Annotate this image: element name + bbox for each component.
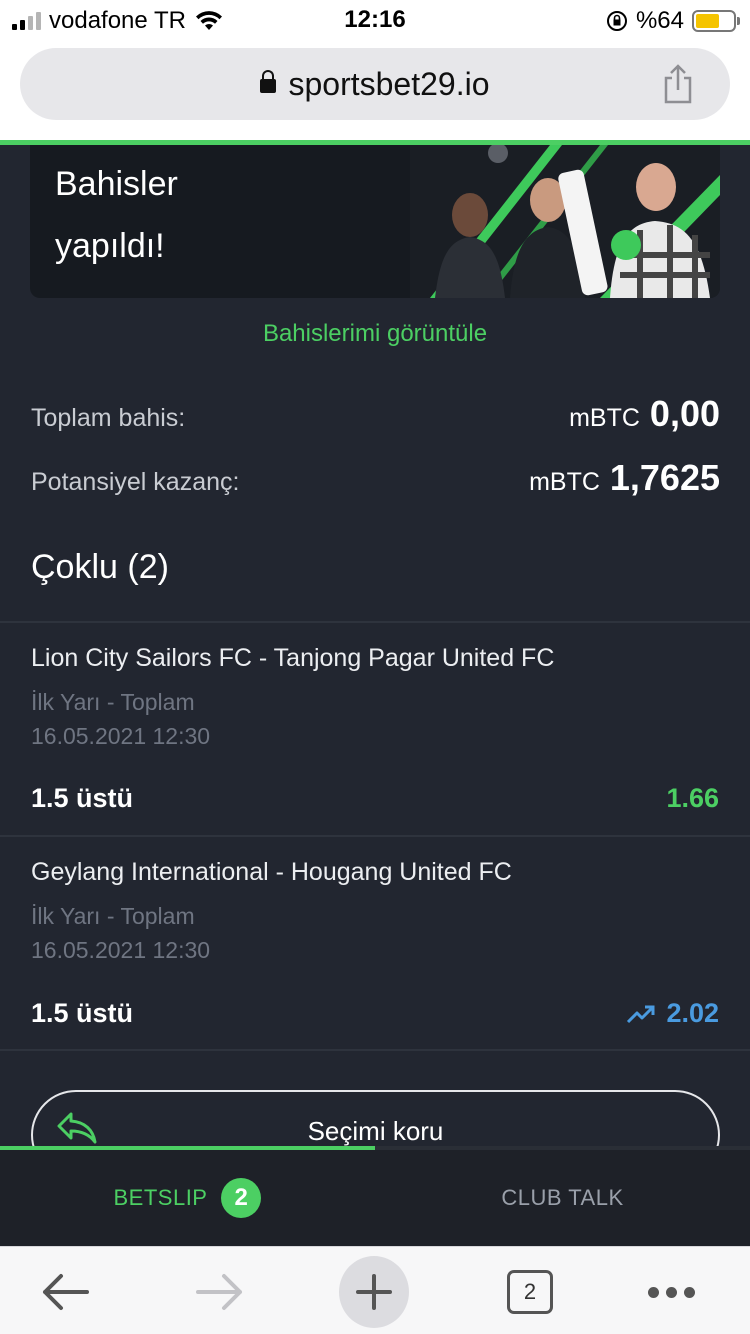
keep-selection-label: Seçimi koru (307, 1116, 444, 1146)
bet-market: İlk Yarı - Toplam (31, 689, 195, 715)
divider (0, 835, 750, 837)
potential-win-row: Potansiyel kazanç: mBTC 1,7625 (31, 457, 720, 499)
back-arrow-icon (43, 1274, 89, 1310)
bet-selection: 1.5 üstü (31, 998, 134, 1028)
plus-icon (356, 1274, 392, 1310)
combo-bet-title: Çoklu (2) (31, 548, 169, 586)
browser-address-bar: sportsbet29.io (0, 40, 750, 140)
more-dots-icon (647, 1286, 695, 1298)
potential-win-value: 1,7625 (609, 457, 720, 498)
bottom-tab-bar: BETSLIP 2 CLUB TALK (0, 1146, 750, 1246)
bet-datetime: 16.05.2021 12:30 (31, 723, 211, 749)
new-tab-button[interactable] (339, 1256, 409, 1328)
bet-odds: 2.02 (626, 998, 719, 1029)
divider (0, 621, 750, 623)
orientation-lock-icon (606, 11, 627, 31)
share-icon[interactable] (660, 64, 696, 104)
tab-betslip-label: BETSLIP (113, 1185, 208, 1210)
promo-players-image (410, 145, 720, 298)
banner-title: Bahisler yapıldı! (55, 165, 178, 265)
bet-datetime: 16.05.2021 12:30 (31, 937, 211, 963)
more-menu-button[interactable] (636, 1257, 706, 1327)
betslip-count-badge: 2 (221, 1178, 262, 1218)
url-field[interactable]: sportsbet29.io (20, 48, 730, 120)
browser-toolbar: 2 (0, 1246, 750, 1334)
bet-match-name: Lion City Sailors FC - Tanjong Pagar Uni… (31, 644, 555, 672)
bet-match-name: Geylang International - Hougang United F… (31, 858, 512, 886)
tabs-button[interactable]: 2 (495, 1257, 565, 1327)
total-stake-row: Toplam bahis: mBTC 0,00 (31, 393, 720, 435)
view-my-bets-link[interactable]: Bahislerimi görüntüle (0, 320, 750, 348)
divider (0, 1049, 750, 1051)
bet-odds: 1.66 (666, 783, 719, 814)
bet-market: İlk Yarı - Toplam (31, 903, 195, 929)
url-text: sportsbet29.io (288, 66, 490, 102)
potential-win-currency: mBTC (529, 468, 600, 496)
bet-odds-value: 1.66 (666, 783, 719, 813)
tab-betslip[interactable]: BETSLIP 2 (0, 1150, 375, 1246)
tab-club-talk-label: CLUB TALK (501, 1185, 624, 1210)
status-bar: vodafone TR 12:16 %64 (0, 0, 750, 40)
tab-club-talk[interactable]: CLUB TALK (375, 1150, 750, 1246)
lock-icon (260, 70, 277, 93)
forward-button[interactable] (185, 1257, 255, 1327)
potential-win-label: Potansiyel kazanç: (31, 468, 240, 496)
total-stake-value: 0,00 (649, 393, 720, 434)
trend-up-icon (627, 1005, 655, 1023)
battery-icon (692, 10, 740, 32)
total-stake-label: Toplam bahis: (31, 404, 186, 432)
tabs-count-icon: 2 (507, 1270, 553, 1314)
battery-percent: %64 (635, 7, 684, 34)
success-banner: Bahisler yapıldı! (30, 145, 720, 298)
total-stake-currency: mBTC (569, 404, 640, 432)
bet-selection: 1.5 üstü (31, 783, 134, 813)
bet-odds-value: 2.02 (666, 998, 719, 1028)
forward-arrow-icon (196, 1274, 242, 1310)
back-button[interactable] (30, 1257, 100, 1327)
